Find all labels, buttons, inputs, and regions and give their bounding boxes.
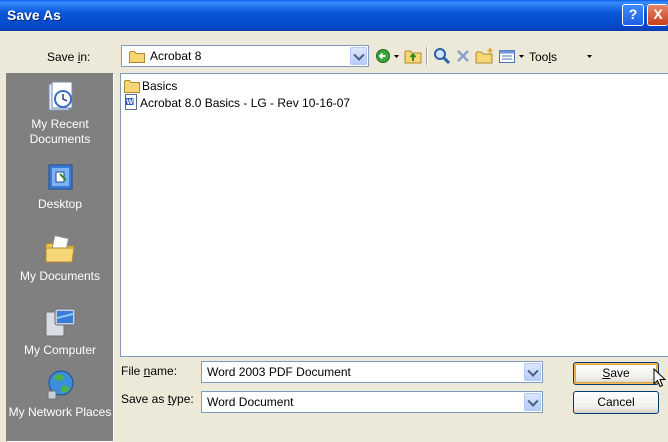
tools-menu[interactable]: Tools xyxy=(529,50,557,64)
save-in-dropdown[interactable]: Acrobat 8 xyxy=(121,45,369,67)
chevron-down-icon[interactable] xyxy=(350,47,367,65)
save-in-label: Save in: xyxy=(47,50,91,64)
back-dropdown-icon[interactable] xyxy=(393,47,400,65)
word-document-icon: W xyxy=(125,94,137,110)
mouse-cursor-icon xyxy=(653,368,667,388)
file-name-input[interactable]: Word 2003 PDF Document xyxy=(201,361,543,383)
place-my-network-places[interactable]: My Network Places xyxy=(7,368,113,420)
cancel-button[interactable]: Cancel xyxy=(573,391,659,414)
file-name-label: File name: xyxy=(121,364,178,378)
toolbar-separator xyxy=(426,47,428,65)
desktop-icon xyxy=(48,164,73,190)
my-documents-icon xyxy=(45,235,75,263)
window-title: Save As xyxy=(7,7,61,23)
chevron-down-icon[interactable] xyxy=(524,393,541,411)
network-places-icon xyxy=(47,370,74,400)
views-icon[interactable] xyxy=(498,47,516,65)
new-folder-icon[interactable] xyxy=(475,47,495,65)
current-folder-text: Acrobat 8 xyxy=(150,49,202,63)
save-as-type-dropdown[interactable]: Word Document xyxy=(201,391,543,413)
chevron-down-icon[interactable] xyxy=(524,363,541,381)
back-icon[interactable] xyxy=(375,47,391,65)
folder-icon xyxy=(129,51,145,63)
views-dropdown-icon[interactable] xyxy=(518,47,525,65)
up-folder-icon[interactable] xyxy=(404,47,422,65)
delete-icon[interactable] xyxy=(455,47,471,65)
place-my-computer[interactable]: My Computer xyxy=(7,306,113,358)
title-bar[interactable]: Save As ? X xyxy=(0,0,668,31)
recent-documents-icon xyxy=(48,81,73,111)
search-web-icon[interactable] xyxy=(433,47,451,65)
help-button[interactable]: ? xyxy=(622,4,644,26)
places-bar: My Recent Documents Desktop My Documents… xyxy=(6,73,114,442)
save-button[interactable]: Save xyxy=(573,362,659,385)
list-item[interactable]: W Acrobat 8.0 Basics - LG - Rev 10-16-07 xyxy=(124,94,350,110)
svg-text:W: W xyxy=(127,99,134,106)
close-button[interactable]: X xyxy=(647,4,668,26)
place-my-documents[interactable]: My Documents xyxy=(7,234,113,284)
my-computer-icon xyxy=(45,308,76,337)
folder-icon xyxy=(124,80,140,93)
file-list[interactable]: Basics W Acrobat 8.0 Basics - LG - Rev 1… xyxy=(120,73,668,357)
place-desktop[interactable]: Desktop xyxy=(7,162,113,212)
tools-dropdown-icon[interactable] xyxy=(586,47,593,65)
list-item[interactable]: Basics xyxy=(124,78,177,94)
place-my-recent-documents[interactable]: My Recent Documents xyxy=(7,80,113,147)
save-as-type-label: Save as type: xyxy=(121,392,194,406)
